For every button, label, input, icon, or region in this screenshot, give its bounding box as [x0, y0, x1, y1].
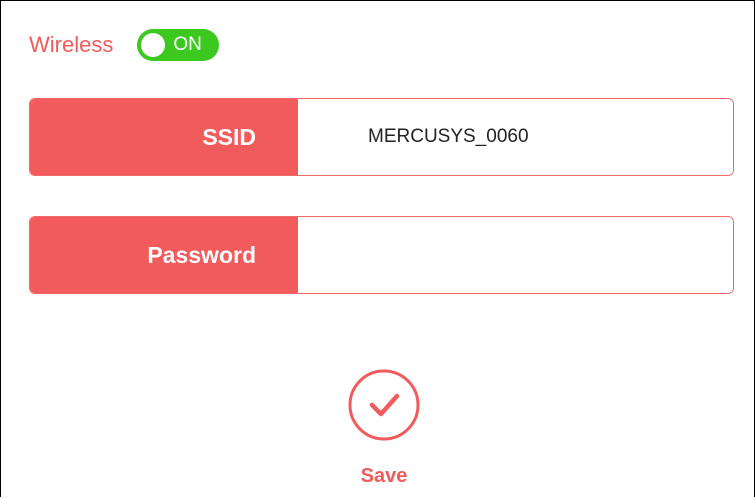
- wireless-label: Wireless: [29, 32, 114, 57]
- password-input[interactable]: [298, 217, 733, 293]
- wireless-settings-panel: Wireless ON SSID Password Save: [0, 0, 755, 497]
- ssid-label: SSID: [30, 99, 298, 175]
- checkmark-circle-icon[interactable]: [347, 368, 421, 442]
- save-label[interactable]: Save: [345, 465, 423, 488]
- wireless-row: Wireless ON: [29, 29, 220, 61]
- ssid-field: SSID: [29, 98, 734, 176]
- save-button[interactable]: Save: [345, 368, 423, 488]
- toggle-state-text: ON: [173, 34, 202, 55]
- wireless-toggle[interactable]: ON: [137, 29, 220, 61]
- ssid-input[interactable]: [298, 99, 733, 175]
- password-label: Password: [30, 217, 298, 293]
- password-field: Password: [29, 216, 734, 294]
- toggle-knob: [141, 33, 166, 57]
